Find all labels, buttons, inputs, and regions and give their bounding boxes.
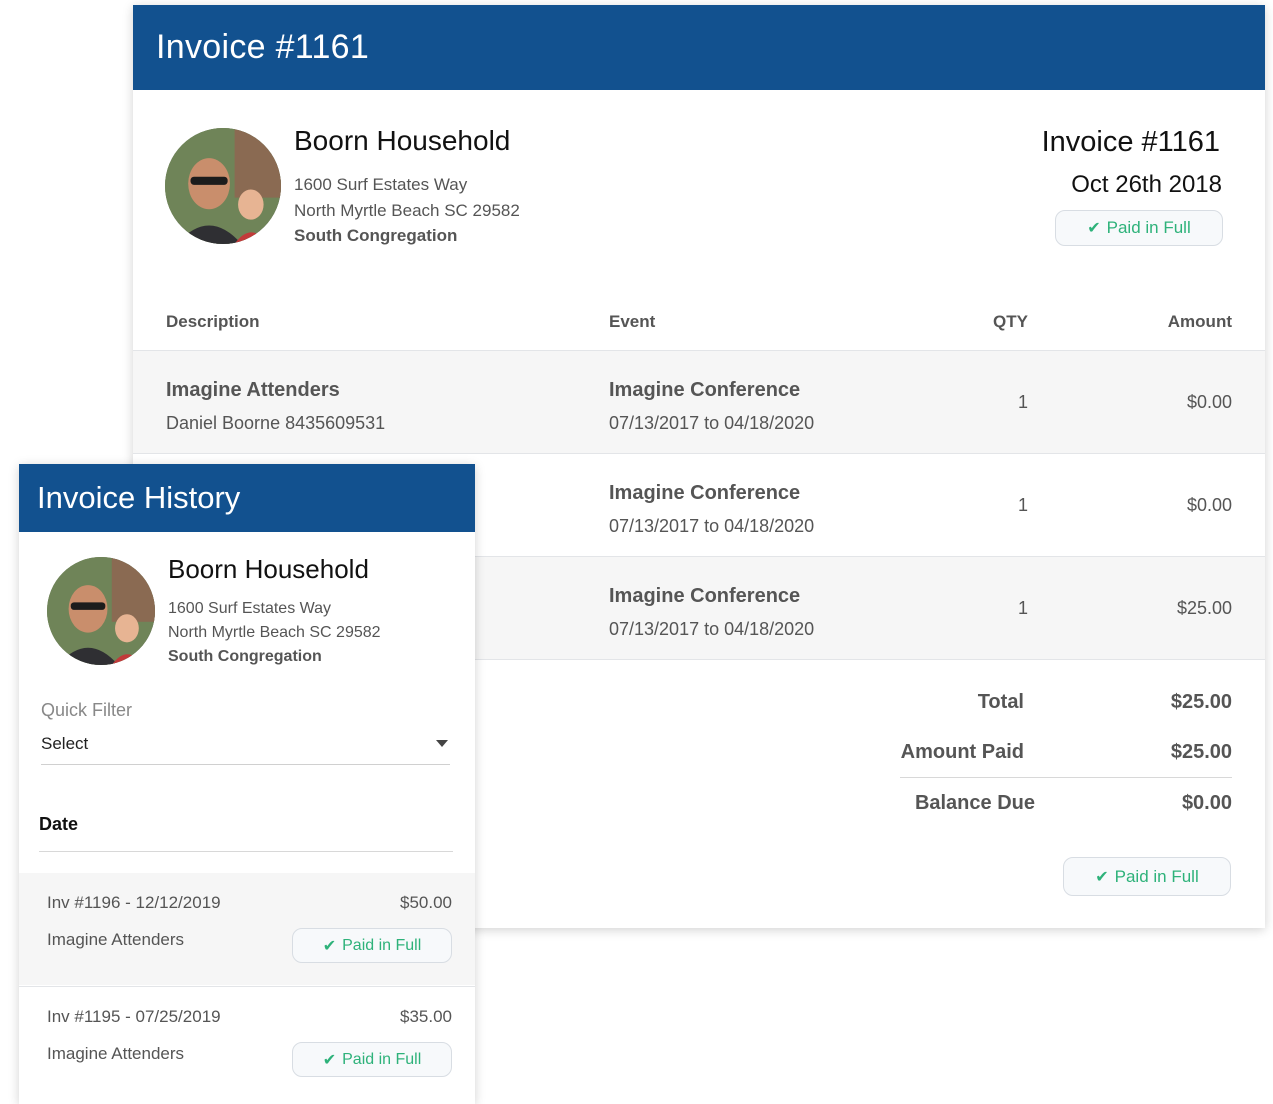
avatar-photo-icon [165,128,281,244]
row-event: Imagine Conference [609,585,801,607]
quick-filter-select[interactable]: Select [41,730,450,765]
history-invoice-id: Inv #1196 - 12/12/2019 [47,893,221,912]
invoice-history-panel: Invoice History Boorn Household 1600 Sur… [19,464,475,1104]
status-badge-label: Paid in Full [342,1050,422,1068]
quick-filter-value: Select [41,734,89,753]
column-header-amount: Amount [1167,312,1232,331]
invoice-number: Invoice #1161 [1041,126,1220,158]
history-invoice-amount: $35.00 [400,1007,452,1026]
table-row: Imagine Attenders Daniel Boorne 84356095… [133,350,1265,453]
avatar-photo-icon [47,557,155,665]
check-icon: ✔ [1087,220,1101,237]
history-invoice-id: Inv #1195 - 07/25/2019 [47,1007,221,1026]
footer-status-badge: ✔ Paid in Full [1063,857,1231,896]
invoice-header: Invoice #1161 [133,5,1265,90]
check-icon: ✔ [1095,868,1109,886]
balance-due-label: Balance Due [914,792,1035,814]
history-address-line1: 1600 Surf Estates Way [168,600,332,617]
household-address-line2: North Myrtle Beach SC 29582 [294,201,520,220]
total-label: Total [977,691,1024,713]
quick-filter-label: Quick Filter [41,700,133,720]
row-subtext: Daniel Boorne 8435609531 [166,413,386,433]
date-column-header: Date [39,814,79,834]
check-icon: ✔ [322,937,337,955]
invoice-date: Oct 26th 2018 [1071,171,1222,198]
balance-due-value: $0.00 [1181,792,1232,814]
status-badge-label: Paid in Full [1106,218,1191,237]
caret-down-icon [436,740,448,747]
status-badge: ✔ Paid in Full [292,1042,452,1077]
status-badge: ✔ Paid in Full [292,928,452,963]
history-congregation: South Congregation [168,648,322,665]
list-item[interactable]: Inv #1195 - 07/25/2019 $35.00 Imagine At… [19,986,475,1099]
column-header-event: Event [609,312,656,331]
row-event: Imagine Conference [609,482,801,504]
totals-divider [900,777,1232,778]
household-name: Boorn Household [294,125,511,156]
row-amount: $0.00 [1186,495,1232,515]
status-badge: ✔ Paid in Full [1055,210,1223,246]
history-header: Invoice History [19,464,475,532]
history-header-title: Invoice History [37,480,241,515]
household-congregation: South Congregation [294,226,458,245]
list-item[interactable]: Inv #1196 - 12/12/2019 $50.00 Imagine At… [19,873,475,985]
row-qty: 1 [1018,598,1029,618]
household-address-line1: 1600 Surf Estates Way [294,175,468,194]
column-header-description: Description [166,312,260,331]
row-dates: 07/13/2017 to 04/18/2020 [609,619,815,639]
history-invoice-description: Imagine Attenders [47,930,185,949]
footer-status-label: Paid in Full [1114,866,1199,886]
row-qty: 1 [1018,392,1029,412]
history-invoice-description: Imagine Attenders [47,1044,185,1063]
row-event: Imagine Conference [609,379,801,401]
date-divider [39,851,453,852]
avatar [47,557,155,665]
row-qty: 1 [1018,495,1029,515]
column-header-qty: QTY [993,312,1028,331]
amount-paid-label: Amount Paid [900,741,1024,763]
check-icon: ✔ [322,1051,337,1069]
amount-paid-value: $25.00 [1170,741,1232,763]
total-value: $25.00 [1170,691,1232,713]
avatar [165,128,281,244]
row-amount: $25.00 [1176,598,1232,618]
row-dates: 07/13/2017 to 04/18/2020 [609,516,815,536]
history-address-line2: North Myrtle Beach SC 29582 [168,624,381,641]
status-badge-label: Paid in Full [342,936,422,954]
history-invoice-amount: $50.00 [400,893,452,912]
row-amount: $0.00 [1186,392,1232,412]
history-household-name: Boorn Household [168,554,369,584]
row-description: Imagine Attenders [166,379,340,401]
row-dates: 07/13/2017 to 04/18/2020 [609,413,815,433]
invoice-header-title: Invoice #1161 [156,28,370,66]
